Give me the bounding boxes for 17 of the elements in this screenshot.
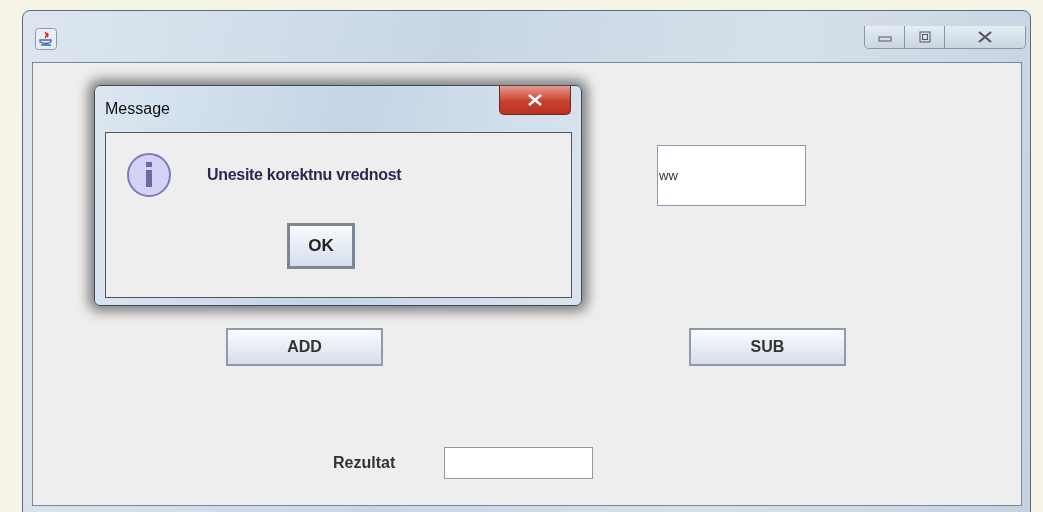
result-field[interactable] (444, 447, 593, 479)
dialog-title: Message (105, 100, 170, 118)
close-button[interactable] (945, 26, 1025, 48)
dialog-message: Unesite korektnu vrednost (207, 166, 402, 184)
minimize-button[interactable] (865, 26, 905, 48)
close-button[interactable] (499, 86, 571, 115)
close-icon (526, 94, 544, 106)
close-icon (977, 31, 993, 43)
maximize-button[interactable] (905, 26, 945, 48)
result-label: Rezultat (333, 454, 397, 472)
ok-button[interactable]: OK (287, 223, 355, 269)
info-icon (126, 152, 172, 198)
action-button[interactable]: SUB (689, 328, 846, 366)
cup-icon (35, 28, 57, 50)
maximize-icon (918, 31, 931, 43)
input-field[interactable]: ww (657, 145, 806, 206)
action-button[interactable]: ADD (226, 328, 383, 366)
